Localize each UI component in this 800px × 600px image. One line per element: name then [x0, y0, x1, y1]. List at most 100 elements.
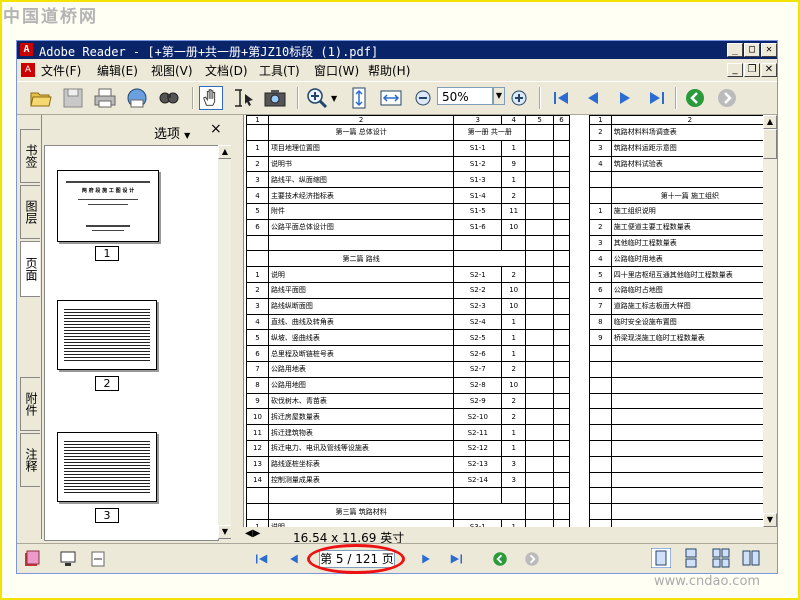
- table-cell: [525, 250, 554, 268]
- drawing-name: 拆迁房屋数量表: [267, 408, 455, 426]
- table-row: [589, 487, 764, 505]
- doc-minimize-button[interactable]: _: [727, 63, 743, 77]
- table-cell: [589, 455, 612, 473]
- fit-page-icon[interactable]: [347, 86, 371, 110]
- table-cell: [553, 503, 570, 520]
- scroll-down-icon[interactable]: ▼: [218, 525, 232, 539]
- drawing-name: 拆迁电力、电讯及管线等设施表: [267, 439, 455, 457]
- last-page-icon[interactable]: [645, 86, 669, 110]
- menu-document[interactable]: 文档(D): [205, 62, 248, 79]
- drawing-code: S2-1: [453, 266, 503, 283]
- hand-tool-icon[interactable]: [199, 86, 223, 110]
- panel-splitter[interactable]: [231, 115, 243, 539]
- tab-layers[interactable]: 图层: [20, 185, 40, 239]
- doc-close-button[interactable]: ✕: [761, 63, 777, 77]
- document-icon[interactable]: A: [21, 63, 35, 77]
- minimize-button[interactable]: _: [727, 43, 743, 57]
- single-page-layout-icon[interactable]: [651, 548, 671, 568]
- prev-page-button[interactable]: [285, 550, 303, 568]
- snapshot-icon[interactable]: [263, 86, 287, 110]
- sheet-count: 2: [501, 360, 527, 378]
- doc-restore-button[interactable]: ❐: [744, 63, 760, 77]
- go-back-icon[interactable]: [683, 86, 707, 110]
- search-icon[interactable]: [157, 86, 181, 110]
- menu-help[interactable]: 帮助(H): [368, 62, 410, 79]
- tab-attachments[interactable]: 附件: [20, 377, 40, 431]
- go-forward-icon[interactable]: [523, 550, 541, 568]
- sheet-count: 1: [501, 329, 527, 347]
- zoom-dropdown-chevron-icon[interactable]: ▼: [493, 87, 505, 105]
- menu-window[interactable]: 窗口(W): [314, 62, 359, 79]
- table-cell: [453, 487, 503, 505]
- zoom-in-icon[interactable]: [507, 86, 531, 110]
- table-row: 第二篇 路线: [246, 250, 570, 268]
- table-cell: [610, 376, 764, 394]
- table-cell: [589, 360, 612, 378]
- reading-options-icon[interactable]: [23, 550, 41, 568]
- panel-scrollbar[interactable]: ▲ ▼: [218, 145, 232, 539]
- fit-width-icon[interactable]: [379, 86, 403, 110]
- continuous-facing-layout-icon[interactable]: [711, 548, 731, 568]
- zoom-input[interactable]: 50%: [437, 87, 493, 105]
- page-thumbnail-2[interactable]: [57, 300, 157, 370]
- menu-bar: A 文件(F) 编辑(E) 视图(V) 文档(D) 工具(T) 窗口(W) 帮助…: [17, 60, 777, 80]
- options-menu[interactable]: 选项 ▼: [154, 123, 190, 142]
- tab-bookmarks[interactable]: 书签: [20, 129, 40, 183]
- menu-file[interactable]: 文件(F): [41, 62, 81, 79]
- prev-page-icon[interactable]: [581, 86, 605, 110]
- first-page-icon[interactable]: [549, 86, 573, 110]
- thumbnail-title: 两 府 段 施 工 图 设 计: [81, 188, 135, 194]
- next-page-icon[interactable]: [613, 86, 637, 110]
- table-row: 7 公路用地表 S2-7 2: [246, 360, 570, 378]
- scroll-down-icon[interactable]: ▼: [763, 513, 777, 527]
- drawing-name: 筑路材料试验表: [610, 155, 764, 173]
- row-number: 1: [246, 139, 269, 157]
- zoom-in-tool-icon[interactable]: [305, 86, 329, 110]
- tab-pages[interactable]: 页面: [20, 241, 40, 297]
- monitor-icon[interactable]: [59, 550, 77, 568]
- scroll-up-icon[interactable]: ▲: [763, 115, 777, 129]
- drawing-code: S2-13: [453, 455, 503, 473]
- navigation-tabs: 书签 图层 页面 附件 注释: [17, 115, 41, 539]
- volume-label: 第一册 共一册: [453, 124, 527, 141]
- row-number: 9: [246, 392, 269, 410]
- select-text-icon[interactable]: [231, 86, 255, 110]
- thumbnail-list[interactable]: 两 府 段 施 工 图 设 计 1 2 3: [44, 145, 219, 541]
- tab-comments[interactable]: 注释: [20, 433, 40, 487]
- document-view[interactable]: 1 2 3 4 5 6 第一篇 总体设计 第一册 共一册 1 项目地理位置图 S1-1 1 2 说明书 S1…: [243, 115, 764, 527]
- menu-view[interactable]: 视图(V): [151, 62, 193, 79]
- first-page-button[interactable]: [253, 550, 271, 568]
- save-icon[interactable]: [61, 86, 85, 110]
- facing-layout-icon[interactable]: [741, 548, 761, 568]
- open-icon[interactable]: [29, 86, 53, 110]
- go-back-icon[interactable]: [491, 550, 509, 568]
- chevron-down-icon[interactable]: ▼: [331, 94, 337, 103]
- panel-close-icon[interactable]: ×: [210, 121, 222, 137]
- continuous-layout-icon[interactable]: [681, 548, 701, 568]
- table-cell: [553, 234, 570, 252]
- maximize-button[interactable]: □: [744, 43, 760, 57]
- page-thumbnail-3[interactable]: [57, 432, 157, 502]
- scroll-thumb[interactable]: [763, 129, 777, 159]
- drawing-name: 直线、曲线及转角表: [267, 313, 455, 331]
- table-cell: [553, 471, 570, 489]
- volume-label: [453, 503, 527, 520]
- next-page-button[interactable]: [417, 550, 435, 568]
- close-window-button[interactable]: ✕: [761, 43, 777, 57]
- document-properties-icon[interactable]: [89, 550, 107, 568]
- drawing-name: 公路用地图: [267, 376, 455, 394]
- sheet-count: 11: [501, 202, 527, 220]
- document-scrollbar[interactable]: ▲ ▼: [763, 115, 777, 527]
- scroll-left-icon[interactable]: ◀▶: [245, 528, 260, 539]
- menu-edit[interactable]: 编辑(E): [97, 62, 138, 79]
- go-forward-icon[interactable]: [715, 86, 739, 110]
- table-cell: [553, 187, 570, 204]
- table-cell: [553, 297, 570, 315]
- scroll-up-icon[interactable]: ▲: [218, 145, 232, 159]
- menu-tools[interactable]: 工具(T): [259, 62, 300, 79]
- page-thumbnail-1[interactable]: 两 府 段 施 工 图 设 计: [57, 170, 159, 242]
- last-page-button[interactable]: [447, 550, 465, 568]
- print-icon[interactable]: [93, 86, 117, 110]
- zoom-out-icon[interactable]: [411, 86, 435, 110]
- email-icon[interactable]: [125, 86, 149, 110]
